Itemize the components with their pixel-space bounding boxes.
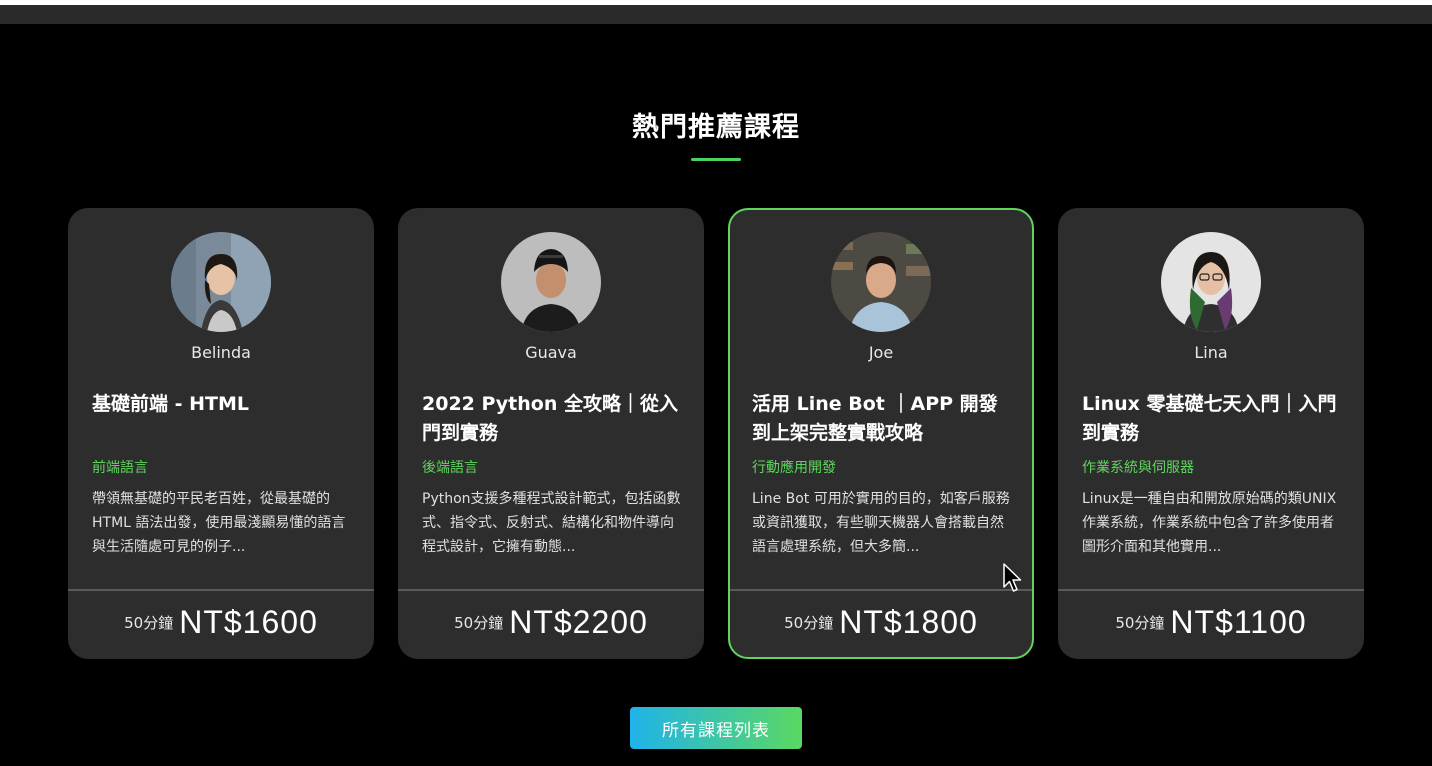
title-underline [691, 158, 741, 161]
price-row: 50分鐘 NT$1800 [730, 604, 1032, 641]
teacher-name: Joe [868, 343, 894, 362]
course-title[interactable]: Linux 零基礎七天入門｜入門到實務 [1082, 390, 1344, 448]
course-price: NT$1800 [839, 604, 978, 640]
mouse-cursor-icon [1003, 563, 1022, 592]
course-category: 前端語言 [92, 460, 148, 476]
course-duration: 50分鐘 [1115, 614, 1165, 632]
card-divider [1058, 589, 1364, 591]
teacher-name: Guava [525, 343, 577, 362]
teacher-avatar [501, 232, 601, 332]
price-row: 50分鐘 NT$2200 [398, 604, 704, 641]
course-duration: 50分鐘 [124, 614, 174, 632]
card-divider [730, 589, 1032, 591]
course-title[interactable]: 基礎前端 - HTML [92, 390, 354, 419]
course-description: Linux是一種自由和開放原始碼的類UNIX作業系統，作業系統中包含了許多使用者… [1082, 491, 1337, 555]
course-price: NT$1100 [1170, 604, 1307, 640]
course-category: 後端語言 [422, 460, 478, 476]
course-card-linux[interactable]: Lina Linux 零基礎七天入門｜入門到實務 作業系統與伺服器 Linux是… [1058, 208, 1364, 659]
card-divider [68, 589, 374, 591]
course-card-html[interactable]: Belinda 基礎前端 - HTML 前端語言 帶領無基礎的平民老百姓，從最基… [68, 208, 374, 659]
course-description: Python支援多種程式設計範式，包括函數式、指令式、反射式、結構化和物件導向程… [422, 491, 681, 555]
price-row: 50分鐘 NT$1100 [1058, 604, 1364, 641]
teacher-name: Belinda [191, 343, 251, 362]
teacher-avatar [171, 232, 271, 332]
course-description: Line Bot 可用於實用的目的，如客戶服務或資訊獲取，有些聊天機器人會搭載自… [752, 491, 1010, 555]
teacher-avatar [1161, 232, 1261, 332]
header-bar [0, 5, 1432, 24]
course-price: NT$1600 [179, 604, 318, 640]
teacher-avatar [831, 232, 931, 332]
course-card-linebot[interactable]: Joe 活用 Line Bot ｜APP 開發到上架完整實戰攻略 行動應用開發 … [728, 208, 1034, 659]
all-courses-button[interactable]: 所有課程列表 [630, 707, 802, 749]
course-title[interactable]: 2022 Python 全攻略｜從入門到實務 [422, 390, 684, 448]
course-title[interactable]: 活用 Line Bot ｜APP 開發到上架完整實戰攻略 [752, 390, 1014, 448]
course-duration: 50分鐘 [454, 614, 504, 632]
price-row: 50分鐘 NT$1600 [68, 604, 374, 641]
card-divider [398, 589, 704, 591]
teacher-name: Lina [1194, 343, 1228, 362]
course-category: 行動應用開發 [752, 460, 836, 476]
course-card-python[interactable]: Guava 2022 Python 全攻略｜從入門到實務 後端語言 Python… [398, 208, 704, 659]
course-price: NT$2200 [509, 604, 648, 640]
course-category: 作業系統與伺服器 [1082, 460, 1194, 476]
section-title: 熱門推薦課程 [632, 112, 800, 143]
course-description: 帶領無基礎的平民老百姓，從最基礎的 HTML 語法出發，使用最淺顯易懂的語言與生… [92, 491, 346, 555]
course-duration: 50分鐘 [784, 614, 834, 632]
